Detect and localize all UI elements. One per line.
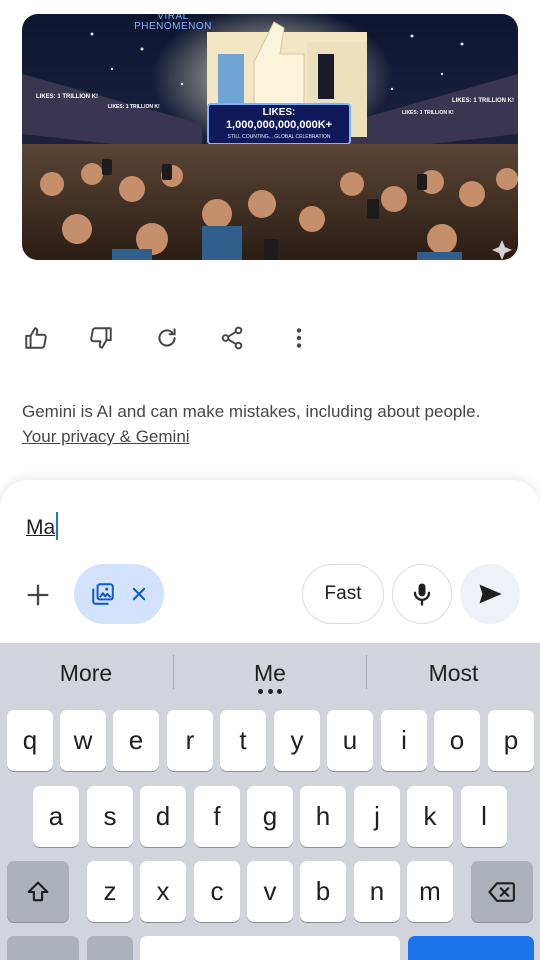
key-g[interactable]: g — [247, 786, 293, 847]
text-caret — [56, 512, 59, 540]
send-button[interactable] — [460, 564, 520, 624]
suggestion-most[interactable]: Most — [367, 643, 540, 703]
model-mode-button[interactable]: Fast — [302, 564, 384, 624]
emoji-key[interactable] — [87, 936, 133, 960]
image-banner-right-2: LIKES: 1 TRILLION K! — [452, 98, 514, 104]
gemini-chat-screen: VIRAL PHENOMENON LIKES: 1,000,000,000,00… — [0, 0, 540, 960]
image-banner-left-2: LIKES: 1 TRILLION K! — [108, 104, 160, 110]
generated-image[interactable]: VIRAL PHENOMENON LIKES: 1,000,000,000,00… — [22, 14, 518, 260]
thumb-down-icon — [90, 327, 112, 349]
image-banner-right: LIKES: 1 TRILLION K! — [402, 110, 454, 116]
key-d[interactable]: d — [140, 786, 186, 847]
close-icon[interactable] — [130, 585, 148, 603]
key-w[interactable]: w — [60, 710, 106, 771]
more-vert-icon — [296, 328, 302, 348]
key-i[interactable]: i — [381, 710, 427, 771]
prompt-composer — [0, 480, 540, 650]
prompt-input[interactable]: Ma — [26, 512, 59, 540]
image-screen-line3: STILL COUNTING... GLOBAL CELEBRATION — [227, 134, 331, 140]
on-screen-keyboard: More Me Most q w e r t y u i o p a s d f… — [0, 643, 540, 960]
share-icon — [221, 326, 243, 350]
key-t[interactable]: t — [220, 710, 266, 771]
image-gen-icon — [92, 583, 114, 605]
key-p[interactable]: p — [488, 710, 534, 771]
microphone-icon — [413, 583, 431, 606]
suggestion-more-dots — [258, 689, 282, 695]
plus-icon — [27, 584, 49, 606]
backspace-icon — [488, 881, 515, 902]
key-k[interactable]: k — [407, 786, 453, 847]
key-f[interactable]: f — [194, 786, 240, 847]
thumb-up-button[interactable] — [16, 318, 56, 358]
key-v[interactable]: v — [247, 861, 293, 922]
key-l[interactable]: l — [461, 786, 507, 847]
ai-disclaimer: Gemini is AI and can make mistakes, incl… — [22, 399, 492, 449]
image-banner-left: LIKES: 1 TRILLION K! — [36, 94, 98, 100]
key-s[interactable]: s — [87, 786, 133, 847]
privacy-link[interactable]: Your privacy & Gemini — [22, 427, 190, 446]
key-r[interactable]: r — [167, 710, 213, 771]
disclaimer-text: Gemini is AI and can make mistakes, incl… — [22, 402, 481, 421]
redo-icon — [158, 328, 176, 347]
suggestion-more[interactable]: More — [0, 643, 172, 703]
key-y[interactable]: y — [274, 710, 320, 771]
key-h[interactable]: h — [300, 786, 346, 847]
thumb-down-button[interactable] — [81, 318, 121, 358]
more-options-button[interactable] — [279, 318, 319, 358]
redo-button[interactable] — [147, 318, 187, 358]
backspace-key[interactable] — [471, 861, 533, 922]
key-o[interactable]: o — [434, 710, 480, 771]
image-top-caption: VIRAL PHENOMENON — [134, 14, 212, 32]
key-j[interactable]: j — [354, 786, 400, 847]
key-c[interactable]: c — [194, 861, 240, 922]
shift-key[interactable] — [7, 861, 69, 922]
response-actions — [0, 318, 540, 358]
key-b[interactable]: b — [300, 861, 346, 922]
image-tool-chip[interactable] — [74, 564, 164, 624]
add-attachment-button[interactable] — [18, 575, 58, 615]
key-e[interactable]: e — [113, 710, 159, 771]
share-button[interactable] — [212, 318, 252, 358]
image-screen-line1: LIKES: — [262, 107, 296, 118]
space-key[interactable] — [140, 936, 400, 960]
prompt-input-value: Ma — [26, 516, 56, 539]
shift-icon — [27, 881, 49, 901]
key-x[interactable]: x — [140, 861, 186, 922]
key-m[interactable]: m — [407, 861, 453, 922]
thumb-up-icon — [25, 327, 47, 349]
microphone-button[interactable] — [392, 564, 452, 624]
send-icon — [479, 584, 502, 604]
numbers-key[interactable] — [7, 936, 79, 960]
key-z[interactable]: z — [87, 861, 133, 922]
image-screen-line2: 1,000,000,000,000K+ — [225, 119, 333, 131]
key-u[interactable]: u — [327, 710, 373, 771]
key-n[interactable]: n — [354, 861, 400, 922]
return-key[interactable] — [408, 936, 534, 960]
key-q[interactable]: q — [7, 710, 53, 771]
key-a[interactable]: a — [33, 786, 79, 847]
